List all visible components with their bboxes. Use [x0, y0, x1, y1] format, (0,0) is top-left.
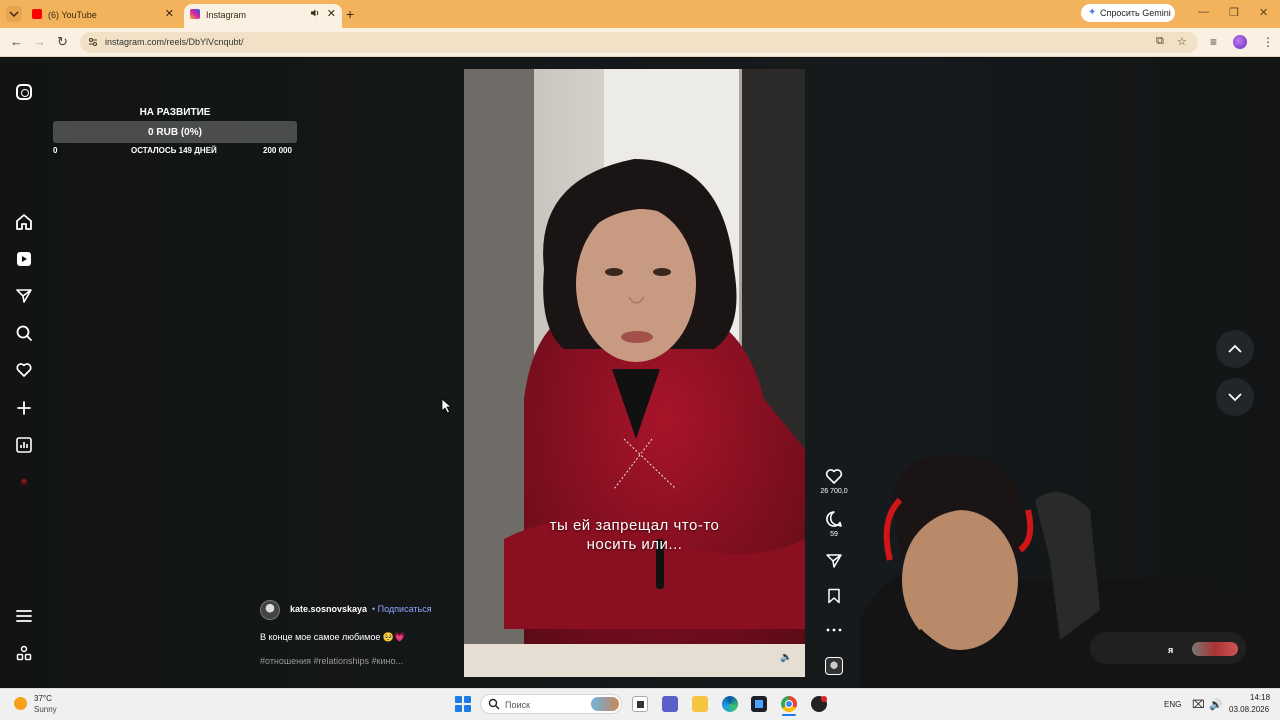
address-bar[interactable]: instagram.com/reels/DbYlVcnqubt/ ⧉ ☆: [80, 32, 1198, 53]
weather-temperature[interactable]: 37°C: [34, 694, 52, 703]
like-heart-icon[interactable]: [825, 468, 843, 484]
reel-video[interactable]: ты ей запрещал что-то носить или...: [464, 69, 805, 677]
url-text: instagram.com/reels/DbYlVcnqubt/: [105, 37, 244, 47]
youtube-icon: [32, 9, 42, 19]
audio-playing-icon[interactable]: [310, 8, 320, 20]
tab-youtube[interactable]: (6) YouTube ✕: [26, 4, 180, 28]
also-from-meta-icon[interactable]: [14, 643, 34, 663]
gemini-label: Спросить Gemini: [1100, 8, 1171, 18]
clock-time[interactable]: 14:18: [1250, 693, 1270, 702]
dashboard-stats-icon[interactable]: [14, 435, 34, 455]
file-explorer-icon[interactable]: [692, 696, 708, 712]
recording-badge-icon: [821, 696, 827, 702]
goal-progress-bar: 0 RUB (0%): [53, 121, 297, 143]
notifications-heart-icon[interactable]: [14, 360, 34, 380]
back-arrow-icon[interactable]: ←: [10, 34, 23, 49]
search-icon[interactable]: [14, 323, 34, 343]
close-window-button[interactable]: ✕: [1259, 6, 1268, 19]
instagram-logo-icon[interactable]: [16, 84, 32, 100]
goal-days-remaining: ОСТАЛОСЬ 149 ДНЕЙ: [131, 146, 217, 155]
save-bookmark-icon[interactable]: [827, 588, 841, 604]
browser-tab-bar: (6) YouTube ✕ Instagram ✕ + ✦ Спросить G…: [0, 0, 1280, 28]
ask-gemini-button[interactable]: ✦ Спросить Gemini: [1081, 4, 1175, 22]
teams-icon[interactable]: [662, 696, 678, 712]
menu-hamburger-icon[interactable]: [14, 606, 34, 626]
chrome-active-indicator: [782, 714, 796, 716]
subscribe-link[interactable]: • Подписаться: [372, 604, 432, 614]
forward-arrow-icon[interactable]: →: [33, 34, 46, 49]
site-info-icon[interactable]: [88, 37, 98, 47]
reels-icon[interactable]: [14, 249, 34, 269]
chevron-up-icon: [1228, 344, 1242, 353]
tab-search-chevron-icon[interactable]: [6, 6, 22, 22]
weather-sun-icon[interactable]: [14, 697, 27, 710]
reel-hashtags[interactable]: #отношения #relationships #кино...: [260, 656, 403, 666]
tab-title: (6) YouTube: [48, 10, 97, 20]
create-plus-icon[interactable]: [14, 398, 34, 418]
home-icon[interactable]: [14, 212, 34, 232]
install-app-icon[interactable]: ⧉: [1156, 35, 1164, 48]
direct-messages-icon[interactable]: [14, 286, 34, 306]
previous-reel-button[interactable]: [1216, 330, 1254, 368]
goal-progress-label: 0 RUB (0%): [148, 127, 202, 138]
taskbar-search[interactable]: Поиск: [480, 694, 622, 714]
weather-condition[interactable]: Sunny: [34, 705, 57, 714]
reload-icon[interactable]: ↻: [57, 34, 68, 50]
clock-date[interactable]: 03.08.2026: [1229, 705, 1269, 714]
microsoft-store-icon[interactable]: [751, 696, 767, 712]
media-controls-icon[interactable]: ≡: [1210, 35, 1217, 49]
minimize-button[interactable]: —: [1198, 6, 1209, 18]
more-options-icon[interactable]: [826, 627, 842, 633]
gemini-sparkle-icon: ✦: [1088, 7, 1097, 18]
profile-icon[interactable]: [14, 472, 34, 492]
goal-max-value: 200 000: [263, 146, 292, 155]
reel-subtitle-line-2: носить или...: [586, 536, 683, 553]
overlay-badge-label: я: [1168, 645, 1174, 655]
author-avatar[interactable]: [260, 600, 280, 620]
instagram-icon: [190, 9, 200, 19]
author-username[interactable]: kate.sosnovskaya: [290, 604, 367, 614]
bookmark-star-icon[interactable]: ☆: [1177, 35, 1187, 48]
tab-instagram[interactable]: Instagram ✕: [184, 4, 342, 28]
mouse-cursor-icon: [441, 398, 453, 414]
keyboard-language[interactable]: ENG: [1164, 700, 1181, 709]
like-count: 26 700,0: [820, 488, 848, 495]
audio-track-thumbnail-icon[interactable]: [825, 657, 843, 675]
share-send-icon[interactable]: [825, 553, 843, 569]
next-reel-button[interactable]: [1216, 378, 1254, 416]
close-tab-icon[interactable]: ✕: [165, 7, 174, 20]
edge-browser-icon[interactable]: [722, 696, 738, 712]
close-tab-icon[interactable]: ✕: [327, 7, 336, 20]
chrome-icon[interactable]: [781, 696, 797, 712]
comment-count: 59: [830, 531, 838, 538]
new-tab-button[interactable]: +: [346, 6, 354, 22]
reel-subtitle-line-1: ты ей запрещал что-то: [549, 517, 720, 534]
search-highlight-icon: [591, 697, 619, 711]
reel-caption: В конце мое самое любимое 🥺💗: [260, 632, 406, 642]
maximize-button[interactable]: ❐: [1229, 6, 1239, 19]
browser-toolbar: ← → ↻ instagram.com/reels/DbYlVcnqubt/ ⧉…: [0, 28, 1280, 57]
chevron-down-icon: [1228, 393, 1242, 402]
reel-video-frame: [464, 69, 805, 677]
taskbar-search-placeholder: Поиск: [505, 700, 530, 710]
goal-min-value: 0: [53, 146, 58, 155]
browser-menu-icon[interactable]: ⋮: [1262, 35, 1274, 49]
network-icon[interactable]: ⌧: [1192, 698, 1205, 711]
comment-bubble-icon[interactable]: [825, 510, 843, 528]
search-icon: [488, 698, 500, 710]
profile-avatar[interactable]: [1233, 35, 1247, 49]
volume-icon[interactable]: 🔊: [1209, 698, 1223, 711]
mute-volume-icon[interactable]: 🔈: [780, 652, 792, 663]
goal-title: НА РАЗВИТИЕ: [139, 107, 211, 118]
task-view-icon[interactable]: [632, 696, 648, 712]
overlay-avatars-icon: [1192, 642, 1238, 656]
tab-title: Instagram: [206, 10, 247, 20]
start-button[interactable]: [455, 696, 471, 712]
